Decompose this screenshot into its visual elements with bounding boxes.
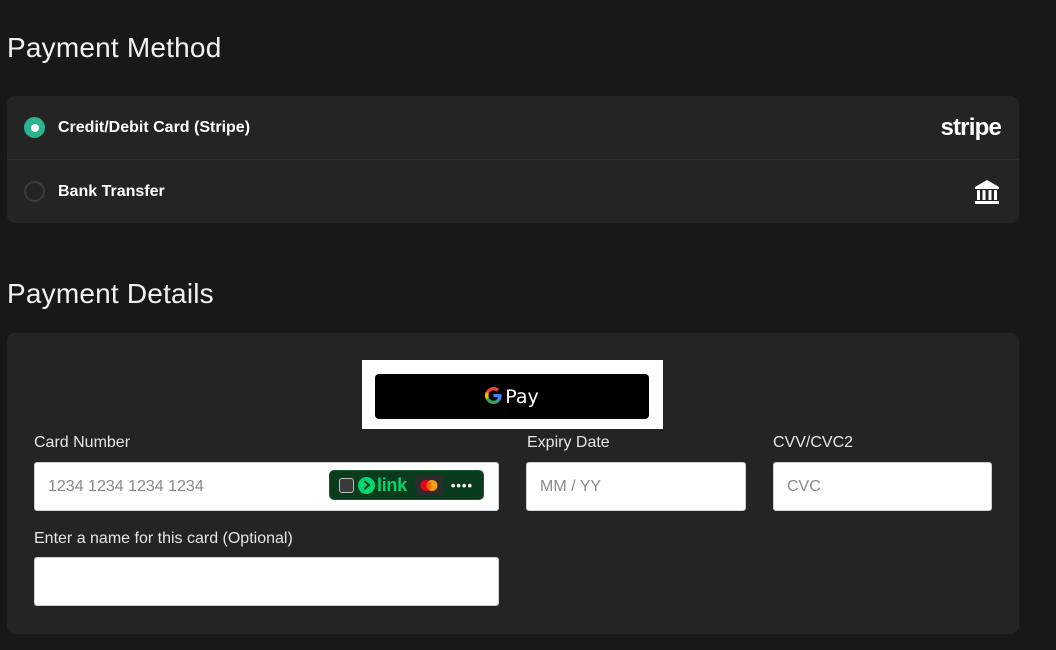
payment-method-panel: Credit/Debit Card (Stripe) stripe Bank T… [7,96,1019,223]
payment-details-panel: Pay Card Number link •••• Expiry Da [7,333,1019,634]
payment-details-title: Payment Details [7,278,214,309]
payment-method-title: Payment Method [7,32,222,63]
google-pay-label: Pay [505,385,539,408]
card-name-label: Enter a name for this card (Optional) [34,530,293,547]
link-label: link [377,474,407,495]
mastercard-icon [414,475,443,495]
card-masked-dots: •••• [450,477,474,493]
google-g-icon [485,386,502,407]
card-number-label: Card Number [34,434,131,451]
card-name-input[interactable] [34,557,499,606]
payment-page: Payment Method Credit/Debit Card (Stripe… [0,0,1056,650]
stripe-logo: stripe [940,113,1001,141]
method-option-card[interactable]: Credit/Debit Card (Stripe) stripe [7,96,1019,159]
cvv-label: CVV/CVC2 [773,434,854,451]
stripe-logo-text: stripe [940,113,1001,141]
expiry-date-label: Expiry Date [527,434,610,451]
expiry-date-input[interactable] [526,462,746,511]
method-option-bank[interactable]: Bank Transfer [7,159,1019,223]
gpay-frame: Pay [362,360,663,429]
link-arrow-icon [358,476,375,494]
cvv-input[interactable] [773,462,992,511]
radio-selected-dot [30,123,39,132]
link-autofill-badge[interactable]: link •••• [329,470,484,500]
method-option-bank-label: Bank Transfer [58,182,165,200]
method-option-card-label: Credit/Debit Card (Stripe) [58,118,251,136]
card-radio[interactable] [24,117,45,138]
checkbox-icon[interactable] [339,477,354,493]
google-pay-button[interactable]: Pay [375,374,649,419]
bank-radio[interactable] [24,181,45,202]
bank-icon [973,178,1001,206]
